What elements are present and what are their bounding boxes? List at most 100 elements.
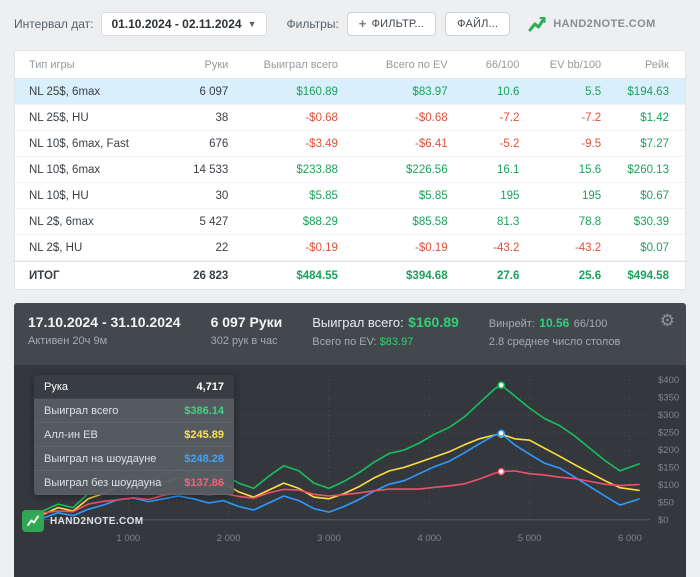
session-panel: 17.10.2024 - 31.10.2024 Активен 20ч 9м 6… xyxy=(14,303,686,577)
table-cell: $83.97 xyxy=(412,85,448,98)
table-cell: $160.89 xyxy=(296,85,338,98)
table-cell: $0.67 xyxy=(640,189,669,202)
table-cell: 5.5 xyxy=(585,85,602,98)
brand-watermark: HAND2NOTE.COM xyxy=(22,510,144,532)
table-cell: -7.2 xyxy=(581,111,602,124)
table-cell: 27.6 xyxy=(497,269,520,282)
svg-text:4 000: 4 000 xyxy=(417,533,441,544)
table-row[interactable]: NL 10$, 6max, Fast 676 -$3.49 -$6.41 -5.2 -9.… xyxy=(15,131,685,157)
tooltip-label: Выиграл на шоудауне xyxy=(44,452,157,465)
tooltip-label: Алл-ин EВ xyxy=(44,428,98,441)
table-cell: -9.5 xyxy=(581,137,602,150)
svg-text:6 000: 6 000 xyxy=(618,533,642,544)
table-cell: NL 10$, 6max, Fast xyxy=(29,137,129,150)
column-header[interactable]: Тип игры xyxy=(15,59,165,71)
table-cell: -$0.68 xyxy=(305,111,338,124)
svg-text:$200: $200 xyxy=(658,445,679,456)
gear-icon[interactable]: ⚙ xyxy=(660,312,675,329)
table-cell: $5.85 xyxy=(418,189,448,202)
ev-total-value: $83.97 xyxy=(379,336,414,348)
date-interval-label: Интервал дат: xyxy=(14,17,94,31)
tooltip-row: Выиграл без шоудауна $137.86 xyxy=(34,471,234,495)
table-cell: 5 427 xyxy=(199,215,229,228)
table-cell: NL 25$, HU xyxy=(29,111,89,124)
table-cell: NL 2$, HU xyxy=(29,241,83,254)
plus-icon: + xyxy=(358,16,367,31)
table-cell: 15.6 xyxy=(578,163,602,176)
svg-text:2 000: 2 000 xyxy=(217,533,241,544)
table-cell: $7.27 xyxy=(640,137,669,150)
session-hands: 6 097 Руки xyxy=(210,314,283,330)
table-cell: -7.2 xyxy=(499,111,520,124)
table-row[interactable]: NL 25$, HU 38 -$0.68 -$0.68 -7.2 -7.2 $1.42 xyxy=(15,105,685,131)
session-header: 17.10.2024 - 31.10.2024 Активен 20ч 9м 6… xyxy=(14,303,686,365)
table-cell: -$3.49 xyxy=(305,137,338,150)
column-header[interactable]: Рейк xyxy=(617,59,685,71)
table-cell: $394.68 xyxy=(406,269,448,282)
column-header[interactable]: Выиграл всего xyxy=(244,59,354,71)
table-cell: -$6.41 xyxy=(415,137,448,150)
table-cell: 25.6 xyxy=(578,269,602,282)
tooltip-value: $137.86 xyxy=(184,476,224,489)
session-hands-block: 6 097 Руки 302 рук в час xyxy=(211,314,283,365)
column-header[interactable]: 66/100 xyxy=(464,59,536,71)
table-cell: 195 xyxy=(500,189,520,202)
watermark-text: HAND2NOTE.COM xyxy=(50,515,144,527)
table-cell: $494.58 xyxy=(627,269,669,282)
column-header[interactable]: Руки xyxy=(165,59,245,71)
table-cell: $30.39 xyxy=(633,215,669,228)
table-cell: $226.56 xyxy=(406,163,448,176)
table-cell: 10.6 xyxy=(497,85,520,98)
table-cell: 38 xyxy=(215,111,229,124)
table-cell: -43.2 xyxy=(493,241,520,254)
table-row[interactable]: NL 2$, 6max 5 427 $88.29 $85.58 81.3 78.8 $30.… xyxy=(15,209,685,235)
table-row-total[interactable]: ИТОГ 26 823 $484.55 $394.68 27.6 25.6 $494.58 xyxy=(15,261,685,289)
table-cell: NL 25$, 6max xyxy=(29,85,101,98)
winnings-chart[interactable]: $0 $50 $100 $150 $200 $250 $300 $350 $400 1 000 2 … xyxy=(14,365,686,577)
tooltip-value: $245.89 xyxy=(184,428,224,441)
tooltip-value: 4,717 xyxy=(196,380,224,393)
session-winrate-block: Винрейт: 10.56 66/100 2.8 среднее число … xyxy=(489,314,672,365)
table-cell: -43.2 xyxy=(574,241,602,254)
table-cell: 81.3 xyxy=(497,215,520,228)
table-cell: NL 2$, 6max xyxy=(29,215,94,228)
add-filter-button[interactable]: + ФИЛЬТР... xyxy=(346,12,437,36)
table-body: NL 25$, 6max 6 097 $160.89 $83.97 10.6 5.5 $19… xyxy=(15,79,685,289)
svg-text:$100: $100 xyxy=(658,480,679,491)
table-row[interactable]: NL 25$, 6max 6 097 $160.89 $83.97 10.6 5.5 $19… xyxy=(15,79,685,105)
table-row[interactable]: NL 10$, 6max 14 533 $233.88 $226.56 16.1 15.6… xyxy=(15,157,685,183)
tooltip-label: Выиграл всего xyxy=(44,404,119,417)
table-header-row: Тип игры Руки Выиграл всего Всего по EV 66/1… xyxy=(15,51,685,79)
svg-text:$50: $50 xyxy=(658,497,674,508)
session-hands-per-hour: 302 рук в час xyxy=(210,335,278,347)
table-cell: NL 10$, 6max xyxy=(29,163,101,176)
filters-label: Фильтры: xyxy=(286,17,339,31)
results-table: Тип игры Руки Выиграл всего Всего по EV 66/1… xyxy=(14,50,686,290)
ev-total-label: Всего по EV: xyxy=(312,336,377,348)
svg-text:$150: $150 xyxy=(658,462,679,473)
brand-text: HAND2NOTE.COM xyxy=(553,18,656,30)
table-cell: 26 823 xyxy=(193,269,229,282)
won-total-value: $160.89 xyxy=(408,314,459,330)
table-cell: 16.1 xyxy=(497,163,520,176)
session-date-range: 17.10.2024 - 31.10.2024 xyxy=(28,314,181,330)
winrate-label: Винрейт: xyxy=(488,318,535,330)
tooltip-label: Выиграл без шоудауна xyxy=(44,476,162,489)
table-cell: -$0.68 xyxy=(415,111,448,124)
tooltip-row: Выиграл на шоудауне $248.28 xyxy=(34,447,234,471)
session-dates-block: 17.10.2024 - 31.10.2024 Активен 20ч 9м xyxy=(28,314,181,365)
add-filter-label: ФИЛЬТР... xyxy=(371,18,425,30)
table-row[interactable]: NL 2$, HU 22 -$0.19 -$0.19 -43.2 -43.2 $0.07 xyxy=(15,235,685,261)
column-header[interactable]: Всего по EV xyxy=(354,59,464,71)
date-range-selector[interactable]: 01.10.2024 - 02.11.2024 ▼ xyxy=(101,12,267,36)
svg-text:$0: $0 xyxy=(658,515,669,526)
table-row[interactable]: NL 10$, HU 30 $5.85 $5.85 195 195 $0.67 xyxy=(15,183,685,209)
svg-text:$350: $350 xyxy=(658,393,679,404)
column-header[interactable]: EV bb/100 xyxy=(535,59,617,71)
table-cell: $0.07 xyxy=(640,241,669,254)
table-cell: 78.8 xyxy=(578,215,602,228)
table-cell: $1.42 xyxy=(640,111,669,124)
table-cell: 14 533 xyxy=(193,163,229,176)
table-cell: $233.88 xyxy=(296,163,338,176)
file-button[interactable]: ФАЙЛ... xyxy=(445,12,511,36)
